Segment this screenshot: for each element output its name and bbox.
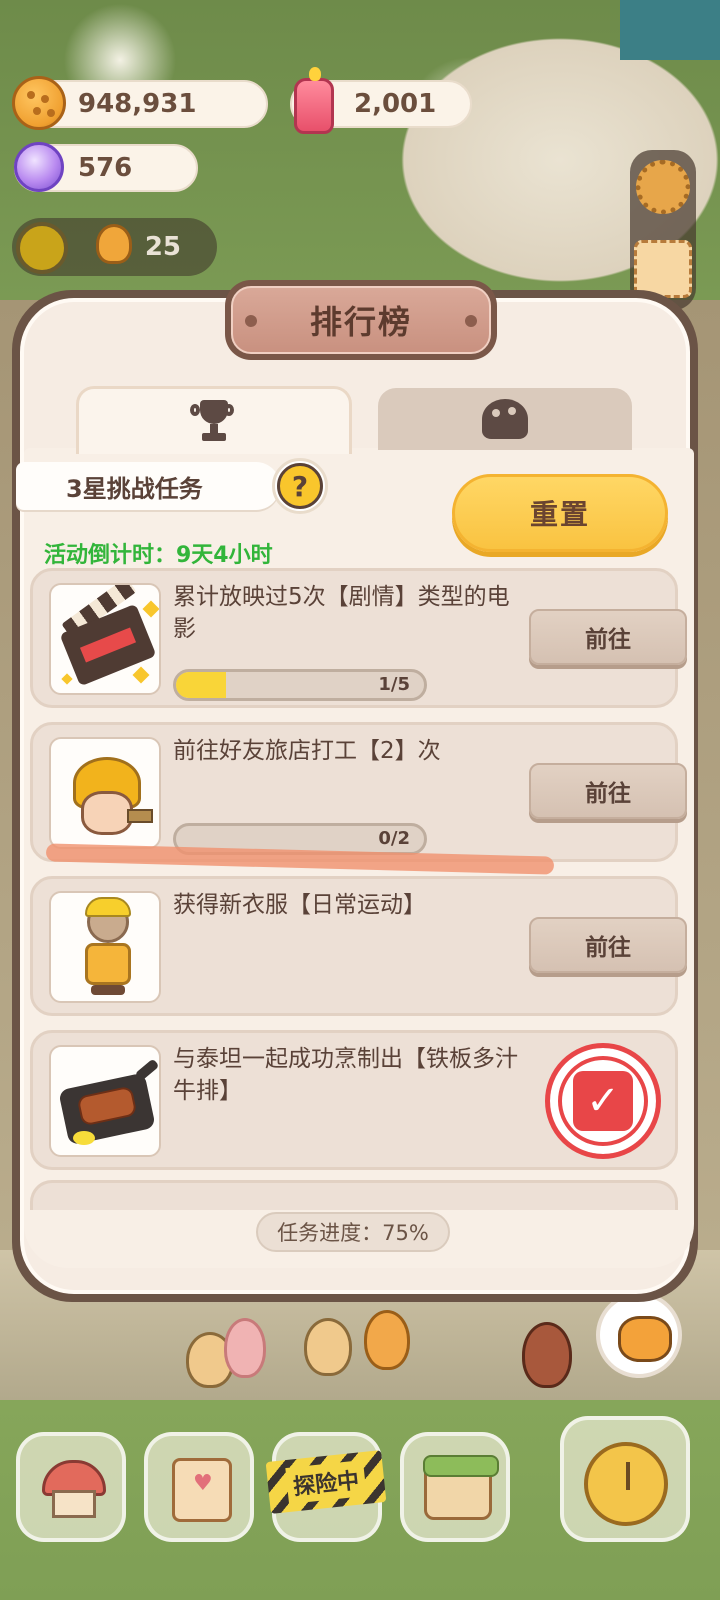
- plaque-rivet: [465, 315, 477, 327]
- go-button-label: 前往: [585, 935, 631, 961]
- go-button[interactable]: 前往: [529, 609, 687, 665]
- task-progress-bar: 1/5: [173, 669, 427, 701]
- nav-clock-button[interactable]: [560, 1416, 690, 1542]
- task-card: 与泰坦一起成功烹制出【铁板多汁牛排】 ✓: [30, 1030, 678, 1170]
- candle-count: 2,001: [354, 89, 437, 119]
- task-card: 前往好友旅店打工【2】次 0/2 前往: [30, 722, 687, 862]
- go-button-label: 前往: [585, 627, 631, 653]
- cookie-icon: [482, 399, 528, 439]
- go-button[interactable]: 前往: [529, 917, 687, 973]
- task-title: 前往好友旅店打工【2】次: [173, 738, 441, 764]
- panel-title: 排行榜: [309, 303, 412, 341]
- trophy-icon: [190, 399, 234, 444]
- go-button[interactable]: 前往: [529, 763, 687, 819]
- challenge-title: 3星挑战任务: [66, 474, 203, 503]
- background-character: [224, 1318, 266, 1378]
- challenge-label: 3星挑战任务: [16, 462, 280, 510]
- coin-count: 948,931: [78, 89, 197, 119]
- nav-shop-button[interactable]: [400, 1432, 510, 1542]
- character-icon: [96, 224, 132, 264]
- task-progress-text: 1/5: [378, 674, 410, 695]
- background-character: [304, 1318, 352, 1376]
- diary-icon: [172, 1458, 232, 1522]
- worker-character-icon: [49, 737, 161, 849]
- background-character: [522, 1322, 572, 1388]
- reset-button[interactable]: 重置: [452, 474, 668, 552]
- sun-icon: [16, 222, 68, 274]
- tab-tasks[interactable]: [76, 386, 352, 454]
- shop-icon: [423, 1455, 499, 1520]
- reset-button-label: 重置: [529, 498, 590, 531]
- crystal-icon: [14, 142, 64, 192]
- steak-dish-icon: [49, 1045, 161, 1157]
- nav-diary-button[interactable]: [144, 1432, 254, 1542]
- gear-icon[interactable]: [636, 160, 690, 214]
- background-water: [620, 0, 720, 60]
- explore-status-label: 探险中: [285, 1460, 367, 1504]
- level-value: 25: [144, 232, 181, 262]
- task-card-peek: [30, 1180, 678, 1210]
- plaque-rivet: [245, 315, 257, 327]
- task-title: 累计放映过5次【剧情】类型的电影: [173, 584, 510, 642]
- go-button-label: 前往: [585, 781, 631, 807]
- film-clapper-icon: [49, 583, 161, 695]
- candle-icon: [294, 67, 334, 134]
- help-icon[interactable]: ?: [272, 458, 328, 514]
- overall-progress: 任务进度：75%: [256, 1212, 450, 1252]
- event-countdown: 活动倒计时：9天4小时: [44, 543, 273, 568]
- task-progress-fill: [176, 672, 226, 698]
- check-icon: ✓: [573, 1071, 633, 1131]
- outfit-doll-icon: [49, 891, 161, 1003]
- question-mark: ?: [277, 463, 323, 509]
- chat-bubble-icon[interactable]: [596, 1292, 682, 1378]
- house-icon: [42, 1460, 106, 1518]
- completed-stamp-icon: ✓: [545, 1043, 661, 1159]
- crystal-count: 576: [78, 153, 133, 183]
- task-title: 与泰坦一起成功烹制出【铁板多汁牛排】: [173, 1046, 518, 1104]
- nav-home-button[interactable]: [16, 1432, 126, 1542]
- task-card: 累计放映过5次【剧情】类型的电影 1/5 前往: [30, 568, 687, 708]
- task-card: 获得新衣服【日常运动】 前往: [30, 876, 687, 1016]
- clock-icon: [584, 1442, 668, 1526]
- task-progress-text: 0/2: [378, 828, 410, 849]
- title-plaque: 排行榜: [225, 280, 497, 360]
- task-title: 获得新衣服【日常运动】: [173, 892, 426, 918]
- overall-progress-text: 任务进度：75%: [277, 1221, 429, 1245]
- background-character: [364, 1310, 410, 1370]
- coin-icon: [12, 76, 66, 130]
- tab-cookie[interactable]: [378, 388, 632, 450]
